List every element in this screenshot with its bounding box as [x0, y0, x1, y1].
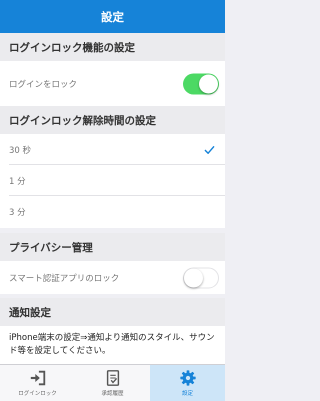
- tab-label: 設定: [181, 391, 193, 397]
- app-lock-label: スマート認証アプリのロック: [9, 273, 120, 284]
- unlock-option-label: 3 分: [9, 208, 26, 218]
- section-title: ログインロック解除時間の設定: [9, 114, 156, 127]
- login-lock-toggle[interactable]: [183, 73, 219, 94]
- section-header-unlock-time: ログインロック解除時間の設定: [0, 106, 225, 134]
- app-lock-toggle[interactable]: [183, 267, 219, 288]
- tab-history[interactable]: 承認履歴: [75, 365, 150, 401]
- toggle-knob: [184, 268, 203, 287]
- app-lock-row: スマート認証アプリのロック: [0, 261, 225, 294]
- page-title: 設定: [101, 9, 124, 24]
- unlock-option-row[interactable]: 30 秒: [0, 134, 225, 165]
- tab-bar: ログインロック 承認履歴 設定: [0, 364, 225, 401]
- tab-login-lock[interactable]: ログインロック: [0, 365, 75, 401]
- section-title: ログインロック機能の設定: [9, 41, 135, 54]
- section-title: 通知設定: [9, 306, 51, 319]
- section-header-login-lock: ログインロック機能の設定: [0, 33, 225, 61]
- tab-label: ログインロック: [18, 391, 57, 397]
- section-header-privacy: プライバシー管理: [0, 233, 225, 261]
- unlock-option-row[interactable]: 1 分: [0, 165, 225, 196]
- unlock-option-label: 30 秒: [9, 145, 32, 156]
- tab-settings[interactable]: 設定: [150, 365, 225, 401]
- toggle-knob: [199, 74, 218, 93]
- login-lock-label: ログインをロック: [9, 79, 78, 90]
- history-document-icon: [106, 370, 119, 386]
- gear-icon: [179, 370, 196, 386]
- section-header-notification: 通知設定: [0, 298, 225, 326]
- login-lock-row: ログインをロック: [0, 61, 225, 106]
- unlock-option-row[interactable]: 3 分: [0, 196, 225, 228]
- nav-bar: 設定: [0, 0, 225, 33]
- notification-text: iPhone端末の設定⇒通知より通知のスタイル、サウンド等を設定してください。: [9, 333, 215, 356]
- login-arrow-icon: [30, 370, 45, 386]
- notification-note: iPhone端末の設定⇒通知より通知のスタイル、サウンド等を設定してください。: [0, 326, 225, 364]
- unlock-option-label: 1 分: [9, 176, 26, 187]
- checkmark-icon: [204, 145, 215, 154]
- tab-label: 承認履歴: [101, 391, 124, 397]
- section-title: プライバシー管理: [9, 241, 93, 254]
